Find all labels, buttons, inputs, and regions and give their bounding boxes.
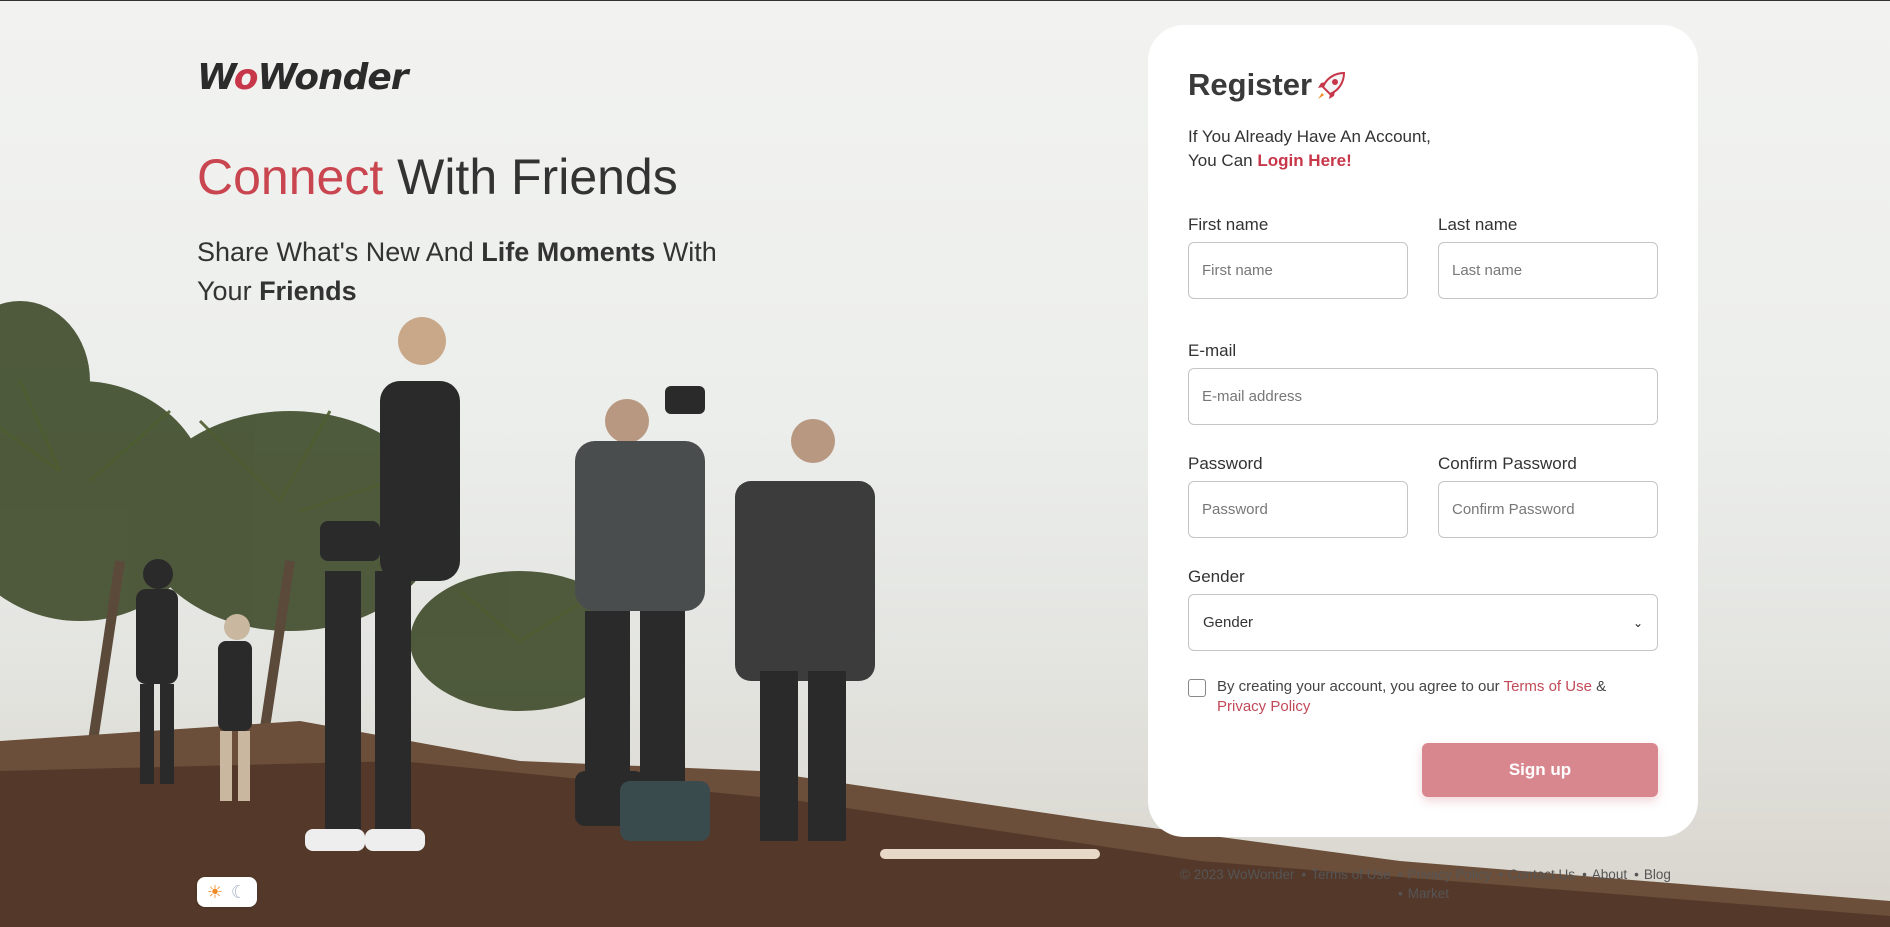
last-name-field[interactable]: [1438, 242, 1658, 299]
email-label: E-mail: [1188, 341, 1237, 360]
confirm-password-label: Confirm Password: [1438, 454, 1577, 473]
first-name-label: First name: [1188, 215, 1269, 234]
footer-link-market[interactable]: Market: [1408, 886, 1449, 901]
copyright: © 2023 WoWonder: [1180, 867, 1295, 882]
chevron-down-icon: ⌄: [1632, 615, 1643, 630]
sun-icon[interactable]: ☀: [207, 882, 223, 903]
last-name-label: Last name: [1438, 215, 1518, 234]
login-prompt: If You Already Have An Account, You Can …: [1188, 127, 1431, 170]
footer: © 2023 WoWonder • Terms of Use • Privacy Pol…: [1180, 867, 1671, 901]
rocket-icon: [1318, 71, 1346, 99]
login-here-link[interactable]: Login Here!: [1257, 151, 1351, 170]
register-title: Register: [1188, 67, 1313, 102]
wowonder-logo[interactable]: WoWonder: [197, 57, 409, 98]
first-name-field[interactable]: [1188, 242, 1408, 299]
moon-icon[interactable]: ☾: [231, 882, 247, 903]
gender-label: Gender: [1188, 567, 1245, 586]
confirm-password-field[interactable]: [1438, 481, 1658, 538]
footer-link-contact[interactable]: Contact Us: [1508, 867, 1575, 882]
terms-of-use-link[interactable]: Terms of Use: [1504, 678, 1592, 695]
terms-checkbox[interactable]: [1188, 679, 1206, 697]
register-card: Register If You Already Have An Account,…: [1148, 25, 1698, 837]
headline-rest: With Friends: [383, 149, 678, 205]
hero-headline: Connect With Friends: [197, 148, 678, 206]
email-field[interactable]: [1188, 368, 1658, 425]
password-label: Password: [1188, 454, 1263, 473]
terms-text: By creating your account, you agree to o…: [1217, 678, 1607, 715]
gender-selected-value: Gender: [1203, 614, 1254, 631]
footer-link-blog[interactable]: Blog: [1644, 867, 1671, 882]
headline-accent: Connect: [197, 149, 384, 205]
gender-select[interactable]: Gender ⌄: [1188, 594, 1658, 651]
privacy-policy-link[interactable]: Privacy Policy: [1217, 698, 1310, 715]
theme-toggle[interactable]: ☀ ☾: [197, 877, 257, 907]
footer-link-privacy[interactable]: Privacy Policy: [1408, 867, 1492, 882]
hero-subline: Share What's New And Life Moments With Y…: [197, 237, 717, 306]
footer-link-about[interactable]: About: [1592, 867, 1627, 882]
password-field[interactable]: [1188, 481, 1408, 538]
sign-up-button[interactable]: Sign up: [1422, 743, 1658, 797]
logo-o: o: [233, 57, 259, 98]
footer-link-terms[interactable]: Terms of Use: [1311, 867, 1391, 882]
